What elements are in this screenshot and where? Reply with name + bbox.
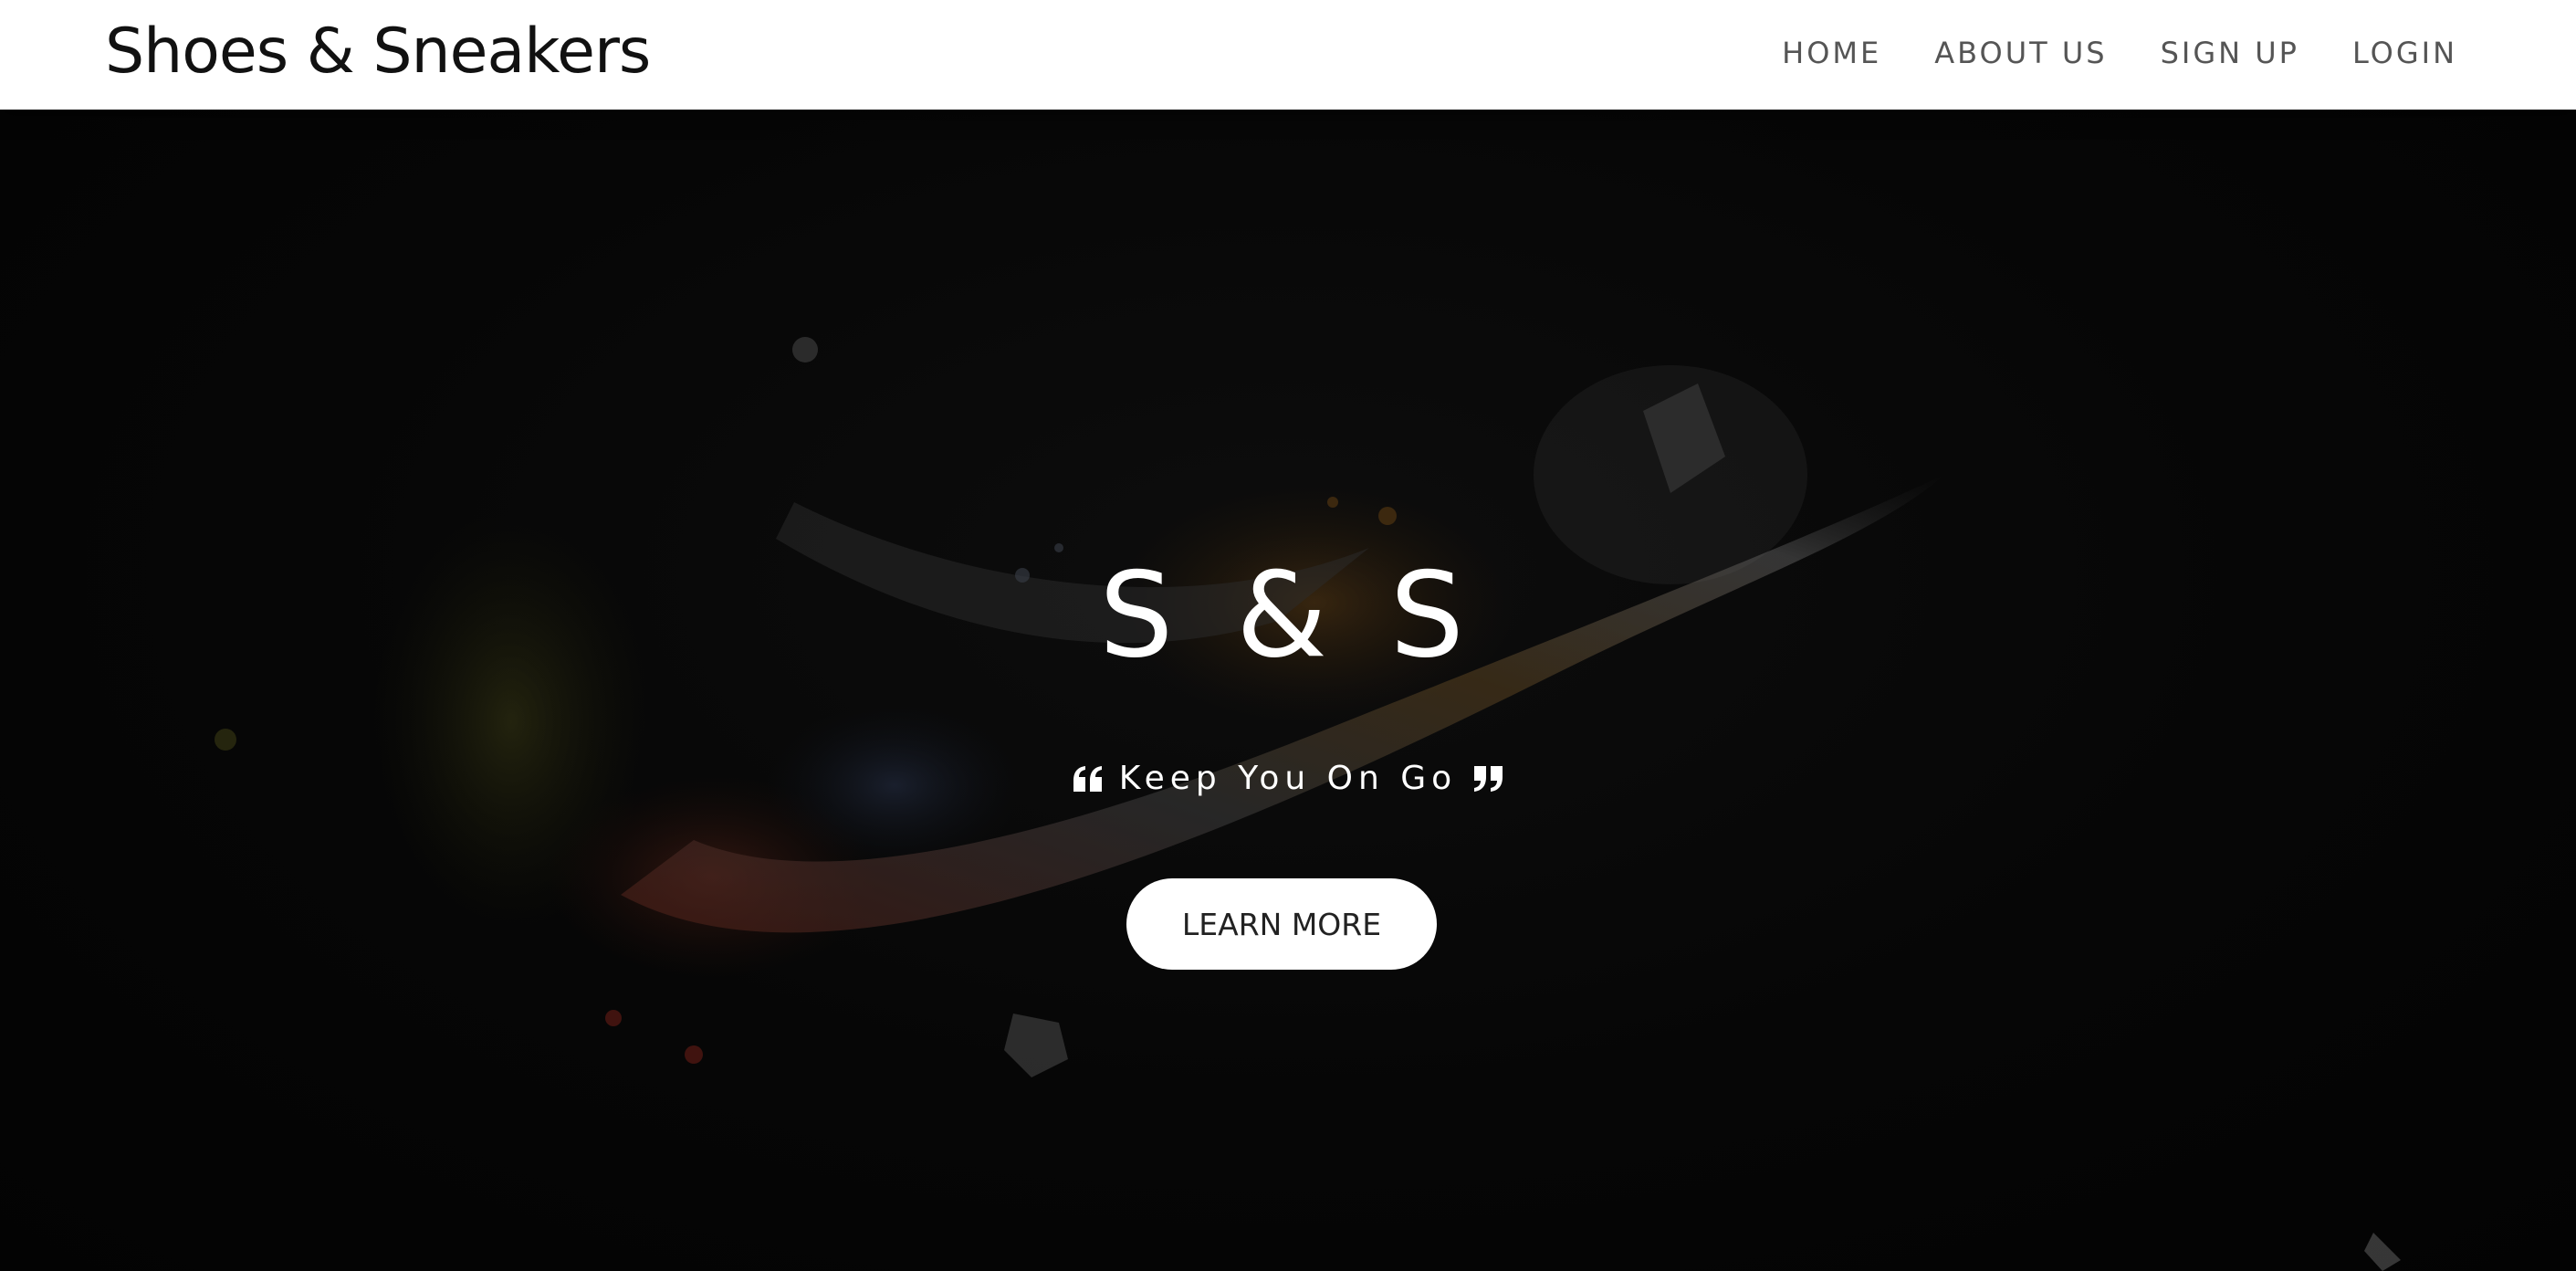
nav-link-about-us[interactable]: ABOUT US [1934,33,2107,73]
hero-tagline: Keep You On Go [0,760,2576,797]
nav-link-login[interactable]: LOGIN [2352,33,2457,73]
learn-more-button[interactable]: LEARN MORE [1126,878,1437,970]
nav-link-home[interactable]: HOME [1782,33,1881,73]
hero-section: S & S Keep You On Go LEARN MORE [0,110,2576,1271]
hero-tagline-text: Keep You On Go [1118,760,1458,797]
hero-title: S & S [1099,548,1477,684]
quote-left-icon [1073,765,1102,792]
nav-link-sign-up[interactable]: SIGN UP [2161,33,2299,73]
nav-menu: HOME ABOUT US SIGN UP LOGIN [1729,33,2457,73]
brand-logo[interactable]: Shoes & Sneakers [105,13,651,91]
quote-right-icon [1474,765,1503,792]
navbar: Shoes & Sneakers HOME ABOUT US SIGN UP L… [0,0,2576,110]
hero-background-art [215,337,2401,1271]
